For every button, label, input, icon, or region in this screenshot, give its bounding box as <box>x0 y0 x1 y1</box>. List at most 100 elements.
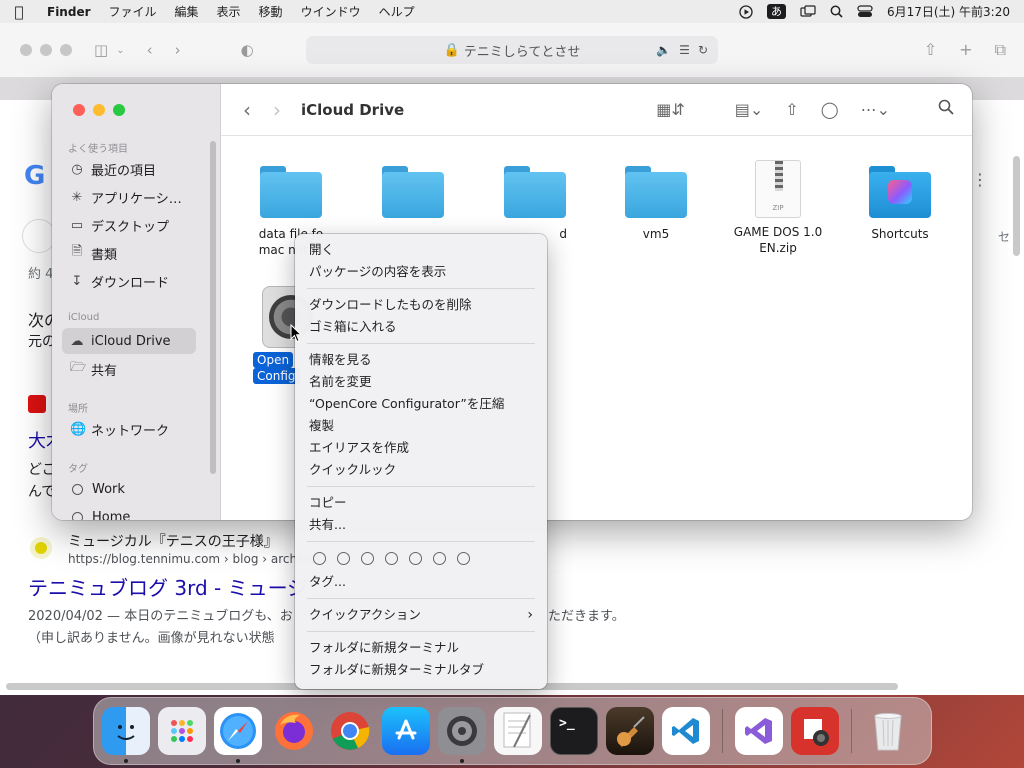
search-icon[interactable] <box>938 99 954 119</box>
speaker-icon[interactable]: 🔈 <box>656 43 671 57</box>
file-item[interactable]: ZIP GAME DOS 1.0 EN.zip <box>718 160 838 256</box>
sidebar-item-icloud-drive[interactable]: ☁ iCloud Drive <box>62 328 196 354</box>
menu-go[interactable]: 移動 <box>250 3 292 20</box>
sidebar-scrollbar[interactable] <box>210 141 216 474</box>
back-icon[interactable]: ‹ <box>147 41 153 59</box>
view-mode-icon[interactable]: ▦⇵ <box>656 100 685 119</box>
sidebar-section-locations: 場所 <box>68 404 88 415</box>
menu-item-remove-download[interactable]: ダウンロードしたものを削除 <box>295 294 547 316</box>
tag-color-circle-icon[interactable] <box>409 551 422 565</box>
chevron-down-icon[interactable]: ⌄ <box>116 45 124 56</box>
share-icon[interactable]: ⇧ <box>924 40 937 60</box>
minimize-button[interactable] <box>93 104 105 116</box>
file-item[interactable] <box>353 164 473 226</box>
minimize-button[interactable] <box>40 44 52 56</box>
file-item[interactable]: d <box>475 164 595 242</box>
dock-safari-icon[interactable] <box>214 707 262 763</box>
menu-item-duplicate[interactable]: 複製 <box>295 415 547 437</box>
dock-firefox-icon[interactable] <box>270 707 318 755</box>
sidebar-item-tag-work[interactable]: Work <box>62 476 196 502</box>
screen-mirroring-icon[interactable] <box>800 5 816 18</box>
menu-item-new-terminal-tab-at-folder[interactable]: フォルダに新規ターミナルタブ <box>295 659 547 681</box>
menu-edit[interactable]: 編集 <box>166 3 208 20</box>
address-bar[interactable]: 🔒 テニミしらてとさせ 🔈 ☰ ↻ <box>306 36 718 64</box>
sidebar-item-applications[interactable]: ✳ アプリケーシ… <box>62 184 196 210</box>
dock-finder-icon[interactable] <box>102 707 150 763</box>
now-playing-icon[interactable] <box>739 4 753 19</box>
menu-clock[interactable]: 6月17日(土) 午前3:20 <box>887 3 1010 20</box>
menu-item-tags[interactable]: タグ... <box>295 571 547 593</box>
reload-icon[interactable]: ↻ <box>698 43 708 57</box>
sidebar-item-downloads[interactable]: ↧ ダウンロード <box>62 268 196 294</box>
tag-color-circle-icon[interactable] <box>313 551 326 565</box>
search-pill[interactable] <box>22 219 56 253</box>
dock-app-store-icon[interactable] <box>382 707 430 755</box>
menu-item-move-to-trash[interactable]: ゴミ箱に入れる <box>295 316 547 338</box>
zoom-button[interactable] <box>60 44 72 56</box>
sidebar-item-tag-home[interactable]: Home <box>62 504 196 520</box>
file-item[interactable]: Shortcuts <box>840 164 960 242</box>
result-url[interactable]: https://blog.tennimu.com › blog › archiv… <box>68 552 330 566</box>
menu-item-quick-look[interactable]: クイックルック <box>295 459 547 481</box>
new-tab-icon[interactable]: + <box>959 40 972 60</box>
zoom-button[interactable] <box>113 104 125 116</box>
menu-item-get-info[interactable]: 情報を見る <box>295 349 547 371</box>
spotlight-search-icon[interactable] <box>830 5 843 18</box>
sidebar-item-shared[interactable]: 🗁 共有 <box>62 356 196 382</box>
menu-window[interactable]: ウインドウ <box>292 3 370 20</box>
forward-icon[interactable]: › <box>273 98 281 122</box>
menu-item-new-terminal-at-folder[interactable]: フォルダに新規ターミナル <box>295 637 547 659</box>
sidebar-toggle-icon[interactable]: ◫ <box>94 41 108 59</box>
menu-item-show-package-contents[interactable]: パッケージの内容を表示 <box>295 261 547 283</box>
translate-icon[interactable]: ☰ <box>679 43 690 57</box>
dock-trash-icon[interactable] <box>864 707 912 755</box>
back-icon[interactable]: ‹ <box>243 98 251 122</box>
vertical-scrollbar[interactable] <box>1013 156 1020 256</box>
menu-item-open[interactable]: 開く <box>295 239 547 261</box>
menu-help[interactable]: ヘルプ <box>370 3 424 20</box>
menu-item-copy[interactable]: コピー <box>295 492 547 514</box>
apple-menu-icon[interactable]:  <box>0 3 38 21</box>
dock-chrome-icon[interactable] <box>326 707 374 755</box>
tag-icon[interactable]: ◯ <box>821 100 839 119</box>
result-title-link[interactable]: テニミュブログ 3rd - ミュージ <box>28 572 307 601</box>
menu-file[interactable]: ファイル <box>100 3 166 20</box>
dock-terminal-icon[interactable]: >_ <box>550 707 598 755</box>
dock-textedit-icon[interactable] <box>494 707 542 755</box>
forward-icon[interactable]: › <box>175 41 181 59</box>
tag-color-circle-icon[interactable] <box>457 551 470 565</box>
share-icon[interactable]: ⇧ <box>785 100 798 119</box>
sidebar-item-documents[interactable]: 🗎 書類 <box>62 240 196 266</box>
dock-photo-booth-icon[interactable] <box>791 707 839 755</box>
menu-item-rename[interactable]: 名前を変更 <box>295 371 547 393</box>
menu-app-finder[interactable]: Finder <box>38 5 100 19</box>
sidebar-item-network[interactable]: 🌐 ネットワーク <box>62 416 196 442</box>
sidebar-item-recents[interactable]: ◷ 最近の項目 <box>62 156 196 182</box>
sidebar-item-desktop[interactable]: ▭ デスクトップ <box>62 212 196 238</box>
close-button[interactable] <box>73 104 85 116</box>
dock-garageband-icon[interactable] <box>606 707 654 755</box>
group-by-icon[interactable]: ▤⌄ <box>735 100 764 119</box>
file-item[interactable]: vm5 <box>596 164 716 242</box>
privacy-shield-icon[interactable]: ◐ <box>241 41 254 59</box>
menu-item-compress[interactable]: “OpenCore Configurator”を圧縮 <box>295 393 547 415</box>
menu-separator <box>307 598 535 599</box>
more-actions-icon[interactable]: ⋯⌄ <box>861 100 890 119</box>
control-center-icon[interactable] <box>857 5 873 18</box>
dock-visual-studio-icon[interactable] <box>735 707 783 755</box>
menu-item-share[interactable]: 共有... <box>295 514 547 536</box>
dock-vscode-icon[interactable] <box>662 707 710 755</box>
tag-color-circle-icon[interactable] <box>337 551 350 565</box>
menu-item-make-alias[interactable]: エイリアスを作成 <box>295 437 547 459</box>
tag-color-circle-icon[interactable] <box>361 551 374 565</box>
tab-overview-icon[interactable]: ⧉ <box>995 40 1006 60</box>
menu-item-quick-actions[interactable]: クイックアクション › <box>295 604 547 626</box>
close-button[interactable] <box>20 44 32 56</box>
tag-color-circle-icon[interactable] <box>433 551 446 565</box>
menu-view[interactable]: 表示 <box>208 3 250 20</box>
tag-color-circle-icon[interactable] <box>385 551 398 565</box>
file-label: Shortcuts <box>871 227 929 241</box>
input-method-indicator[interactable]: あ <box>766 4 786 19</box>
dock-launchpad-icon[interactable] <box>158 707 206 755</box>
dock-system-preferences-icon[interactable] <box>438 707 486 763</box>
